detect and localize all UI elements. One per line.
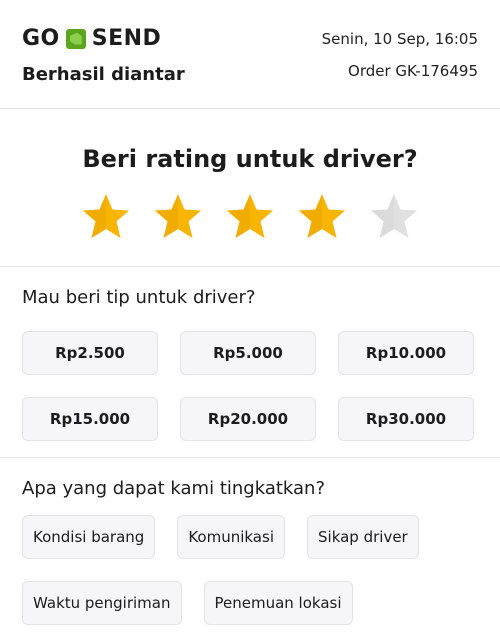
delivery-datetime: Senin, 10 Sep, 16:05 (321, 30, 478, 48)
improvement-options: Kondisi barang Komunikasi Sikap driver W… (22, 515, 482, 625)
star-4-icon[interactable] (296, 191, 348, 243)
brand-send: SEND (91, 26, 162, 51)
rating-title: Beri rating untuk driver? (82, 145, 418, 173)
box-icon (65, 28, 86, 49)
star-1-icon[interactable] (80, 191, 132, 243)
rating-section: Beri rating untuk driver? (0, 109, 500, 267)
order-id: Order GK-176495 (348, 62, 478, 80)
star-5-icon[interactable] (368, 191, 420, 243)
tip-options: Rp2.500 Rp5.000 Rp10.000 Rp15.000 Rp20.0… (22, 331, 474, 441)
improvement-chip[interactable]: Sikap driver (307, 515, 419, 559)
tip-button[interactable]: Rp10.000 (338, 331, 474, 375)
tip-button[interactable]: Rp2.500 (22, 331, 158, 375)
improvement-chip[interactable]: Komunikasi (177, 515, 285, 559)
tip-button[interactable]: Rp30.000 (338, 397, 474, 441)
tip-section: Mau beri tip untuk driver? Rp2.500 Rp5.0… (0, 267, 500, 458)
header: GO SEND Berhasil diantar Senin, 10 Sep, … (0, 0, 500, 109)
tip-title: Mau beri tip untuk driver? (22, 287, 256, 308)
gosend-logo: GO SEND (22, 26, 161, 51)
improvement-chip[interactable]: Waktu pengiriman (22, 581, 182, 625)
tip-button[interactable]: Rp20.000 (180, 397, 316, 441)
tip-button[interactable]: Rp15.000 (22, 397, 158, 441)
delivery-status: Berhasil diantar (22, 64, 185, 85)
star-3-icon[interactable] (224, 191, 276, 243)
improvement-chip[interactable]: Penemuan lokasi (203, 581, 353, 625)
improvement-title: Apa yang dapat kami tingkatkan? (22, 478, 326, 499)
star-rating (80, 191, 440, 243)
improvement-chip[interactable]: Kondisi barang (22, 515, 156, 559)
tip-button[interactable]: Rp5.000 (180, 331, 316, 375)
improvement-section: Apa yang dapat kami tingkatkan? Kondisi … (0, 458, 500, 638)
brand-go: GO (22, 26, 60, 51)
star-2-icon[interactable] (152, 191, 204, 243)
